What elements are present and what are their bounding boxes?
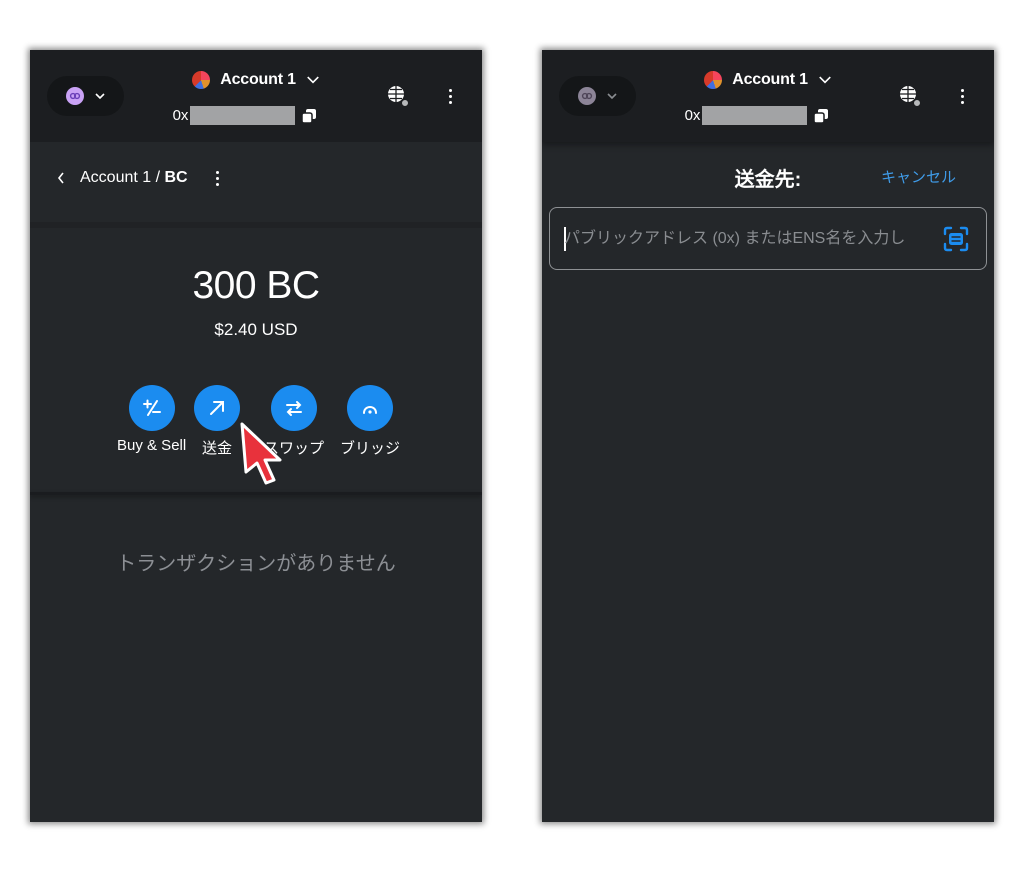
fiat-balance: $2.40 USD <box>214 320 298 339</box>
bridge-icon <box>363 406 377 414</box>
bridge-button[interactable]: ブリッジ <box>340 385 400 458</box>
chevron-down-icon <box>818 76 831 84</box>
address-redacted <box>190 106 296 125</box>
network-icon <box>577 87 596 105</box>
copy-icon[interactable] <box>301 108 317 124</box>
status-dot <box>401 99 409 107</box>
account-address: 0x <box>30 106 482 125</box>
account-name: Account 1 <box>220 71 296 88</box>
divider <box>30 222 482 228</box>
chevron-down-icon <box>94 93 105 100</box>
swap-icon <box>286 401 302 416</box>
send-button[interactable]: 送金 <box>194 385 240 458</box>
address-redacted <box>702 106 808 125</box>
address-prefix: 0x <box>684 107 701 124</box>
options-menu-button[interactable] <box>954 85 970 107</box>
plus-minus-icon <box>142 399 161 416</box>
breadcrumb-account: Account 1 / <box>80 169 165 186</box>
action-label: ブリッジ <box>340 440 401 457</box>
account-selector[interactable]: Account 1 <box>542 71 994 89</box>
address-prefix: 0x <box>172 107 189 124</box>
no-transactions-text: トランザクションがありません <box>116 553 396 575</box>
account-avatar <box>704 71 723 89</box>
recipient-address-field[interactable] <box>549 207 987 270</box>
buy-sell-button[interactable]: Buy & Sell <box>117 385 186 454</box>
status-dot <box>913 99 921 107</box>
token-balance: 300 BC <box>192 264 320 307</box>
account-avatar <box>192 71 211 89</box>
connected-sites-button[interactable] <box>386 84 410 108</box>
breadcrumb-token: BC <box>164 169 188 186</box>
token-options-button[interactable] <box>215 170 219 186</box>
chevron-down-icon <box>606 93 617 100</box>
cancel-button[interactable]: キャンセル <box>881 166 956 187</box>
app-header: Account 1 0x <box>542 50 994 142</box>
chevron-down-icon <box>306 76 319 84</box>
account-selector[interactable]: Account 1 <box>30 71 482 89</box>
breadcrumb: Account 1 / BC <box>56 169 219 187</box>
options-menu-button[interactable] <box>442 85 458 107</box>
section-separator <box>30 492 482 495</box>
copy-icon[interactable] <box>813 108 829 124</box>
network-icon <box>65 87 84 105</box>
app-header: Account 1 0x <box>30 50 482 142</box>
action-label: Buy & Sell <box>117 437 187 454</box>
breadcrumb-text: Account 1 / BC <box>80 169 188 187</box>
arrow-up-right-icon <box>210 401 224 415</box>
action-label: 送金 <box>201 440 232 457</box>
qr-scan-icon[interactable] <box>942 225 970 253</box>
wallet-panel-token-detail: Account 1 0x Account 1 / BC 300 BC $2.40… <box>30 50 482 822</box>
chevron-left-icon[interactable] <box>56 171 66 185</box>
recipient-address-input[interactable] <box>564 208 936 269</box>
mouse-pointer-icon <box>240 422 282 485</box>
connected-sites-button[interactable] <box>898 84 922 108</box>
account-name: Account 1 <box>732 71 808 88</box>
account-address: 0x <box>542 106 994 125</box>
wallet-panel-send: Account 1 0x 送金先: キャンセル <box>542 50 994 822</box>
